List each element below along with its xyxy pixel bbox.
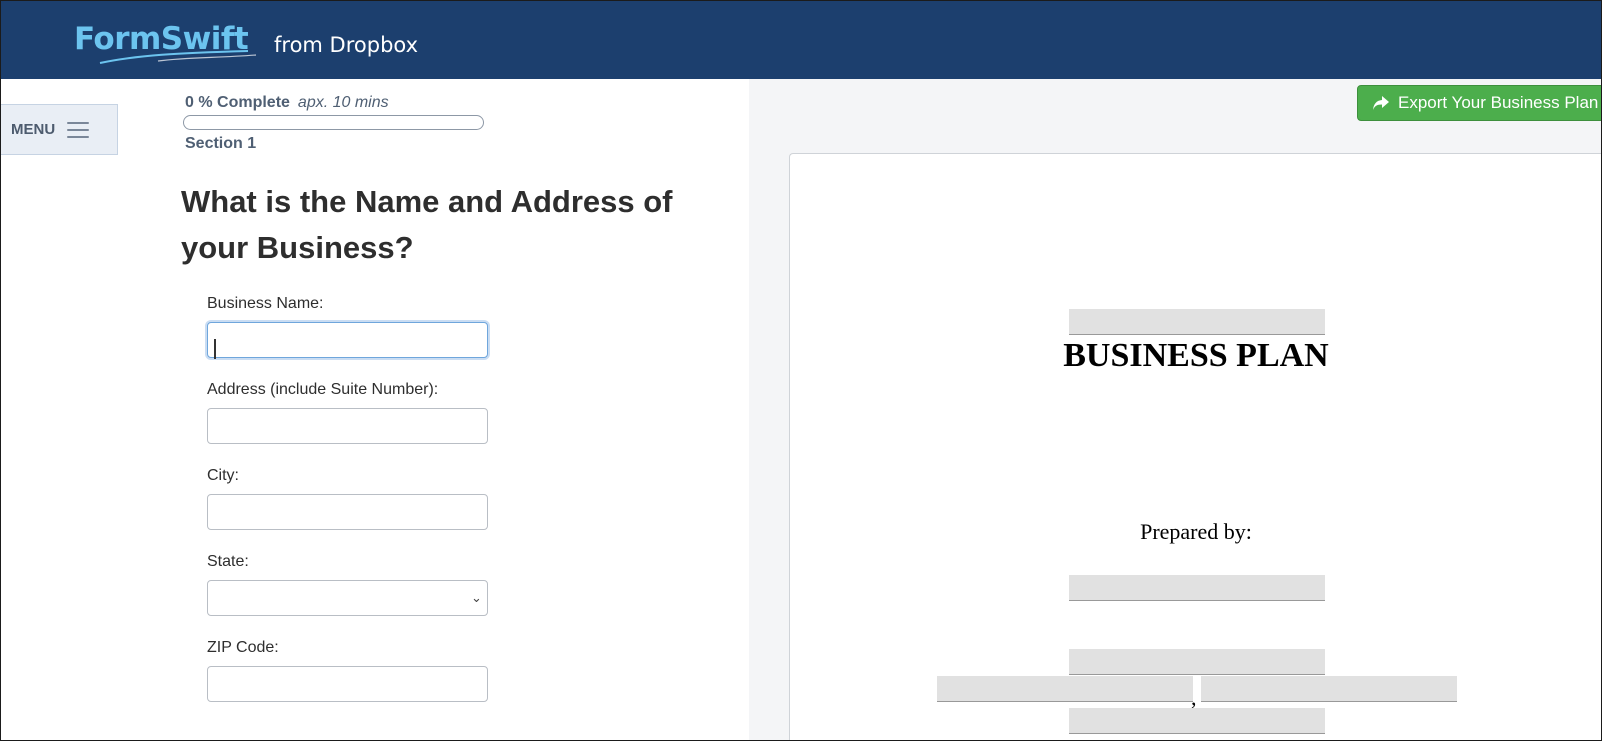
document-blank-field	[937, 676, 1193, 702]
formswift-logo[interactable]: FormSwift from Dropbox	[74, 15, 434, 67]
zip-label: ZIP Code:	[207, 639, 279, 656]
business-name-label: Business Name:	[207, 295, 324, 312]
document-blank-field	[1069, 309, 1325, 335]
menu-label: MENU	[11, 121, 56, 138]
text-caret	[214, 339, 216, 359]
address-label: Address (include Suite Number):	[207, 381, 439, 398]
progress-summary: 0 % Complete apx. 10 mins	[185, 94, 389, 112]
logo-suffix: from Dropbox	[274, 33, 419, 57]
chevron-down-icon: ⌄	[471, 590, 482, 605]
zip-input[interactable]	[207, 666, 488, 702]
state-label: State:	[207, 553, 249, 570]
progress-bar	[183, 115, 484, 130]
document-prepared-by: Prepared by:	[1140, 519, 1252, 544]
hamburger-icon	[67, 121, 90, 139]
progress-percent: 0 % Complete	[185, 94, 290, 111]
address-input[interactable]	[207, 408, 488, 444]
document-blank-field	[1201, 676, 1457, 702]
progress-time-estimate: apx. 10 mins	[297, 94, 389, 111]
section-label: Section 1	[185, 135, 257, 152]
business-name-input[interactable]	[207, 322, 488, 358]
app-window: FormSwift from Dropbox MENU 0 % Complete…	[0, 0, 1602, 741]
city-input[interactable]	[207, 494, 488, 530]
document-blank-field	[1069, 649, 1325, 675]
logo-swoosh-icon	[99, 50, 257, 64]
city-label: City:	[207, 467, 239, 484]
document-blank-field	[1069, 708, 1325, 734]
export-label: Export Your Business Plan	[1398, 93, 1599, 112]
question-title: What is the Name and Address of your Bus…	[181, 184, 673, 265]
share-arrow-icon	[1373, 96, 1389, 110]
document-blank-field	[1069, 575, 1325, 601]
top-header: FormSwift from Dropbox	[1, 1, 1601, 79]
state-select[interactable]	[207, 580, 488, 616]
menu-button[interactable]: MENU	[1, 104, 118, 155]
export-button[interactable]: Export Your Business Plan	[1357, 85, 1601, 121]
document-title: BUSINESS PLAN	[1063, 337, 1329, 374]
